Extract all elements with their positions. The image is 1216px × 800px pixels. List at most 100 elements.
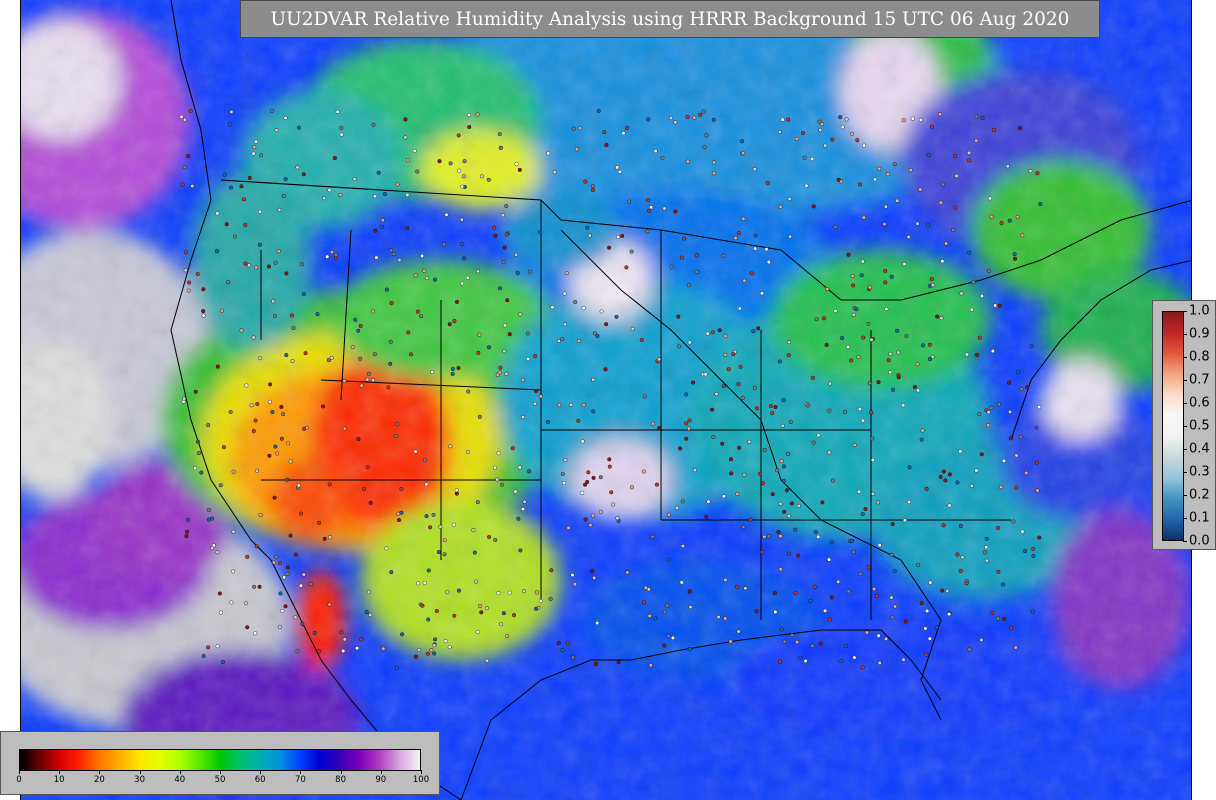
station-marker	[890, 522, 895, 527]
station-marker	[765, 180, 770, 185]
station-marker	[199, 470, 204, 475]
station-marker	[669, 264, 674, 269]
rh-tick	[421, 770, 422, 774]
station-marker	[954, 173, 959, 178]
station-marker	[798, 656, 803, 661]
station-marker	[984, 558, 989, 563]
map-title: UU2DVAR Relative Humidity Analysis using…	[240, 0, 1100, 38]
station-marker	[333, 252, 338, 257]
station-marker	[241, 197, 246, 202]
station-marker	[726, 367, 731, 372]
station-marker	[452, 319, 457, 324]
station-marker	[735, 492, 740, 497]
station-marker	[850, 274, 855, 279]
station-marker	[682, 236, 687, 241]
station-marker	[818, 127, 823, 132]
station-marker	[259, 153, 264, 158]
station-marker	[321, 404, 326, 409]
station-marker	[846, 344, 851, 349]
station-marker	[271, 299, 276, 304]
station-marker	[795, 640, 800, 645]
station-marker	[987, 268, 992, 273]
station-marker	[570, 573, 575, 578]
station-marker	[245, 554, 250, 559]
obs-tick	[1183, 334, 1187, 335]
station-marker	[456, 133, 461, 138]
station-marker	[779, 459, 784, 464]
station-marker	[816, 534, 821, 539]
station-marker	[317, 649, 322, 654]
station-marker	[583, 517, 588, 522]
station-marker	[930, 124, 935, 129]
station-marker	[514, 252, 519, 257]
station-marker	[251, 429, 256, 434]
station-marker	[186, 288, 191, 293]
station-marker	[285, 571, 290, 576]
station-marker	[362, 486, 367, 491]
station-marker	[596, 108, 601, 113]
station-marker	[779, 627, 784, 632]
station-marker	[438, 524, 443, 529]
station-marker	[588, 523, 593, 528]
station-marker	[358, 324, 363, 329]
station-marker	[358, 356, 363, 361]
station-marker	[947, 612, 952, 617]
station-marker	[429, 648, 434, 653]
station-marker	[566, 641, 571, 646]
station-marker	[938, 112, 943, 117]
station-marker	[650, 421, 655, 426]
station-marker	[849, 358, 854, 363]
station-marker	[272, 313, 277, 318]
station-marker	[395, 422, 400, 427]
station-marker	[884, 307, 889, 312]
station-marker	[861, 215, 866, 220]
station-marker	[253, 418, 258, 423]
station-marker	[814, 317, 819, 322]
station-marker	[243, 601, 248, 606]
station-marker	[503, 323, 508, 328]
station-marker	[443, 639, 448, 644]
station-marker	[180, 182, 185, 187]
station-marker	[299, 511, 304, 516]
station-marker	[828, 381, 833, 386]
station-marker	[499, 145, 504, 150]
station-marker	[460, 184, 465, 189]
station-marker	[593, 331, 598, 336]
station-marker	[729, 457, 734, 462]
station-marker	[953, 205, 958, 210]
station-marker	[400, 632, 405, 637]
station-marker	[893, 604, 898, 609]
station-marker	[267, 453, 272, 458]
station-marker	[810, 643, 815, 648]
station-marker	[272, 495, 277, 500]
station-marker	[599, 309, 604, 314]
station-marker	[698, 112, 703, 117]
station-marker	[876, 633, 881, 638]
station-marker	[183, 268, 188, 273]
station-marker	[958, 568, 963, 573]
station-marker	[496, 451, 501, 456]
station-marker	[766, 534, 771, 539]
obs-tick-label: 0.4	[1189, 441, 1210, 457]
station-marker	[1025, 385, 1030, 390]
station-marker	[915, 221, 920, 226]
station-marker	[475, 500, 480, 505]
station-marker	[1023, 549, 1028, 554]
station-marker	[979, 452, 984, 457]
station-marker	[867, 381, 872, 386]
obs-tick-label: 0.6	[1189, 395, 1210, 411]
station-marker	[926, 153, 931, 158]
station-marker	[777, 659, 782, 664]
station-marker	[910, 116, 915, 121]
station-marker	[450, 367, 455, 372]
station-marker	[302, 426, 307, 431]
station-marker	[796, 553, 801, 558]
station-marker	[206, 517, 211, 522]
station-marker	[860, 259, 865, 264]
station-marker	[836, 579, 841, 584]
station-marker	[666, 634, 671, 639]
station-marker	[560, 648, 565, 653]
station-marker	[993, 303, 998, 308]
station-marker	[243, 261, 248, 266]
station-marker	[1009, 626, 1014, 631]
